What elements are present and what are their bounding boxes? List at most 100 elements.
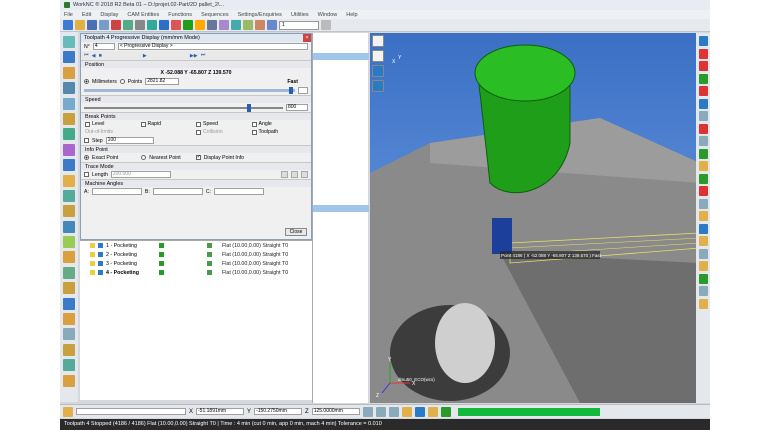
toolpath-row-selected[interactable]: 4 - Pocketing Flat (10.00,0.00) Straight… bbox=[80, 268, 312, 277]
tool-l-icon[interactable] bbox=[63, 205, 75, 218]
fast-forward-icon[interactable]: ⏭ bbox=[201, 52, 206, 59]
snap4-icon[interactable] bbox=[401, 406, 412, 417]
menu-cam-entities[interactable]: CAM Entities bbox=[127, 12, 159, 18]
snap5-icon[interactable] bbox=[414, 406, 425, 417]
right-tool-12-icon[interactable] bbox=[698, 173, 708, 184]
status-combo[interactable] bbox=[76, 408, 186, 415]
close-button[interactable]: Close bbox=[285, 228, 307, 236]
settings-icon[interactable] bbox=[207, 20, 217, 30]
toolpath-number-input[interactable]: 4 bbox=[92, 43, 115, 50]
bp-checkbox[interactable] bbox=[196, 121, 201, 127]
3d-viewport[interactable]: Point 4186 ( X -52.088 Y -65.807 Z 139.5… bbox=[370, 33, 701, 403]
trace-btn-2-icon[interactable] bbox=[291, 171, 298, 178]
snap-icon[interactable] bbox=[362, 406, 373, 417]
pan-icon[interactable] bbox=[267, 20, 277, 30]
right-tool-15-icon[interactable] bbox=[698, 211, 708, 221]
right-tool-14-icon[interactable] bbox=[698, 198, 708, 209]
toolpath-row[interactable]: 2 - Pocketing Flat (10.00,0.00) Straight… bbox=[80, 250, 312, 259]
length-input[interactable]: 200.000 bbox=[110, 171, 171, 178]
position-slider-thumb[interactable] bbox=[289, 87, 293, 94]
trace-btn-1-icon[interactable] bbox=[281, 171, 288, 178]
bp-speed[interactable]: Speed bbox=[196, 121, 252, 127]
display-info-checkbox[interactable] bbox=[195, 155, 201, 160]
menu-utilities[interactable]: Utilities bbox=[291, 12, 309, 18]
simulate-icon[interactable] bbox=[195, 20, 205, 30]
view-top-icon[interactable] bbox=[372, 80, 384, 92]
speed-slider-thumb[interactable] bbox=[247, 103, 252, 112]
tool-d-icon[interactable] bbox=[63, 82, 75, 95]
right-tool-19-icon[interactable] bbox=[698, 261, 708, 271]
exact-point-radio[interactable] bbox=[84, 155, 89, 160]
nearest-point-radio[interactable] bbox=[141, 155, 147, 160]
tool-k-icon[interactable] bbox=[63, 189, 75, 202]
tool-c-icon[interactable] bbox=[63, 66, 75, 79]
slider-end-button[interactable] bbox=[298, 87, 308, 94]
snap2-icon[interactable] bbox=[375, 406, 386, 417]
tool-i-icon[interactable] bbox=[63, 159, 75, 172]
y-coord-input[interactable]: -150.2750mm bbox=[254, 408, 303, 415]
save-icon[interactable] bbox=[87, 20, 97, 30]
right-tool-2-icon[interactable] bbox=[698, 48, 708, 59]
select-icon[interactable] bbox=[255, 20, 265, 30]
bp-checkbox[interactable] bbox=[140, 121, 146, 127]
length-checkbox[interactable] bbox=[84, 172, 89, 177]
x-coord-input[interactable]: -51.1891mm bbox=[196, 408, 245, 415]
level-combo[interactable]: 1 bbox=[279, 20, 319, 30]
menu-display[interactable]: Display bbox=[100, 12, 118, 18]
right-tool-11-icon[interactable] bbox=[698, 161, 708, 171]
stop-icon[interactable]: ■ bbox=[99, 53, 102, 59]
bp-checkbox[interactable] bbox=[251, 121, 257, 127]
tool-p-icon[interactable] bbox=[63, 266, 75, 279]
speed-slider[interactable] bbox=[84, 103, 283, 112]
tool-n-icon[interactable] bbox=[63, 236, 75, 249]
menu-functions[interactable]: Functions bbox=[168, 12, 192, 18]
millimeters-radio[interactable] bbox=[84, 79, 89, 84]
tool-b-icon[interactable] bbox=[63, 51, 75, 64]
tool-w-icon[interactable] bbox=[63, 374, 75, 387]
snap7-icon[interactable] bbox=[440, 406, 451, 417]
zoom-icon[interactable] bbox=[135, 20, 145, 30]
right-tool-6-icon[interactable] bbox=[698, 98, 708, 109]
tool-j-icon[interactable] bbox=[63, 174, 75, 187]
right-tool-4-icon[interactable] bbox=[698, 73, 708, 84]
bp-checkbox[interactable] bbox=[251, 129, 257, 135]
redo-icon[interactable] bbox=[123, 20, 133, 30]
bp-level[interactable]: Level bbox=[85, 121, 141, 127]
angle-b-input[interactable] bbox=[152, 188, 203, 195]
tool-v-icon[interactable] bbox=[63, 359, 75, 372]
right-tool-3-icon[interactable] bbox=[698, 61, 708, 71]
tool-u-icon[interactable] bbox=[63, 343, 75, 356]
rewind-icon[interactable]: ⏮ bbox=[84, 52, 89, 59]
toolpath-row[interactable]: 1 - Pocketing Flat (10.00,0.00) Straight… bbox=[80, 241, 312, 250]
tool-f-icon[interactable] bbox=[63, 112, 75, 125]
snap6-icon[interactable] bbox=[427, 406, 438, 417]
tool-t-icon[interactable] bbox=[63, 328, 75, 341]
close-icon[interactable]: × bbox=[303, 34, 311, 42]
step-back-icon[interactable]: ◀ bbox=[92, 53, 96, 59]
menu-settings[interactable]: Settings/Enquiries bbox=[238, 12, 282, 18]
right-tool-16-icon[interactable] bbox=[698, 223, 708, 234]
right-tool-1-icon[interactable] bbox=[698, 36, 708, 46]
bp-rapid[interactable]: Rapid bbox=[140, 121, 197, 127]
menu-file[interactable]: File bbox=[64, 12, 73, 18]
bp-checkbox[interactable] bbox=[85, 121, 90, 127]
right-tool-9-icon[interactable] bbox=[698, 136, 708, 146]
step-checkbox[interactable] bbox=[84, 138, 89, 143]
tool-o-icon[interactable] bbox=[63, 251, 75, 264]
print-icon[interactable] bbox=[99, 20, 109, 30]
position-slider-track[interactable] bbox=[84, 87, 295, 94]
points-radio[interactable] bbox=[119, 79, 125, 84]
angle-c-input[interactable] bbox=[214, 188, 264, 195]
step-forward-icon[interactable]: ▶▶ bbox=[190, 53, 198, 59]
grid-icon[interactable] bbox=[231, 20, 241, 30]
right-tool-18-icon[interactable] bbox=[698, 248, 708, 259]
right-tool-5-icon[interactable] bbox=[698, 86, 708, 96]
menu-sequences[interactable]: Sequences bbox=[201, 12, 229, 18]
right-tool-8-icon[interactable] bbox=[698, 123, 708, 134]
tool-e-icon[interactable] bbox=[63, 97, 75, 110]
right-tool-10-icon[interactable] bbox=[698, 148, 708, 159]
right-tool-20-icon[interactable] bbox=[698, 273, 708, 284]
layers-icon[interactable] bbox=[159, 20, 169, 30]
view-iso-icon[interactable] bbox=[372, 50, 384, 62]
tool-q-icon[interactable] bbox=[63, 282, 75, 295]
